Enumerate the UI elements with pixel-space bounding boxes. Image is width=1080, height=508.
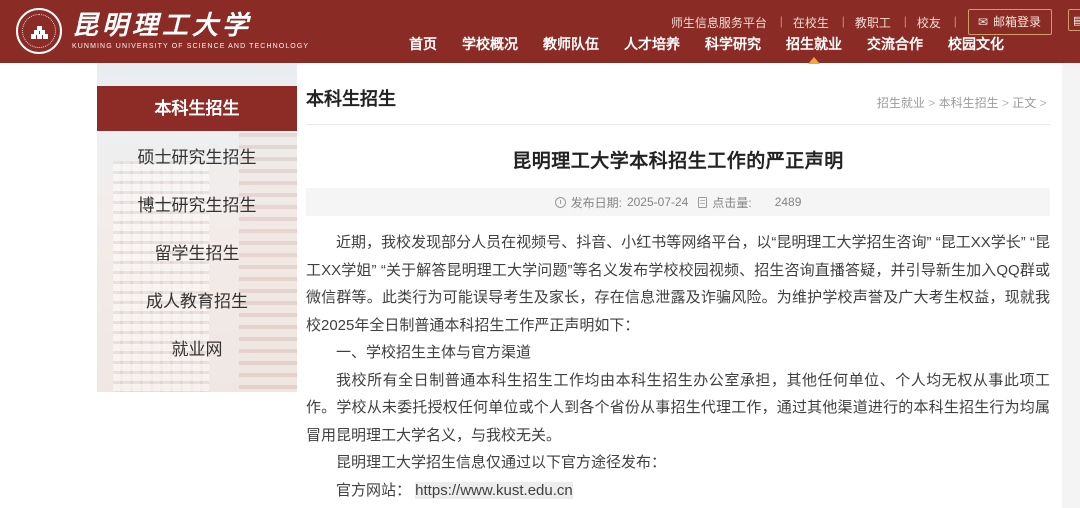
document-icon bbox=[698, 197, 707, 208]
hits-value: 2489 bbox=[775, 195, 802, 209]
university-name-en: KUNMING UNIVERSITY OF SCIENCE AND TECHNO… bbox=[72, 43, 309, 50]
article-meta-bar: 发布日期: 2025-07-24 点击量: 2489 bbox=[306, 188, 1050, 216]
article-paragraph: 昆明理工大学招生信息仅通过以下官方途径发布： bbox=[306, 449, 1050, 477]
sidebar-item[interactable]: 成人教育招生 bbox=[97, 278, 297, 326]
publish-date-value: 2025-07-24 bbox=[627, 195, 688, 209]
article-paragraph: 官方网站： https://www.kust.edu.cn bbox=[306, 477, 1050, 505]
main-content: 本科生招生 招生就业 本科生招生 正文 昆明理工大学本科招生工作的严正声明 发布… bbox=[306, 63, 1050, 508]
main-nav: 首页 学校概况 教师队伍 人才培养 科学研究 招生就业 交流合作 校园文化 bbox=[409, 34, 1004, 54]
topbar: 昆明理工大学 KUNMING UNIVERSITY OF SCIENCE AND… bbox=[0, 0, 1080, 63]
nav-item[interactable]: 教师队伍 bbox=[543, 34, 599, 54]
seal-emblem-icon bbox=[37, 26, 42, 31]
sidebar-item[interactable]: 硕士研究生招生 bbox=[97, 134, 297, 182]
publish-date-group: 发布日期: 2025-07-24 bbox=[555, 194, 689, 211]
hits-label: 点击量: bbox=[712, 194, 751, 211]
inline-url[interactable]: https://www.kust.edu.cn bbox=[415, 482, 573, 499]
clipped-topbar-button[interactable]: ▤ bbox=[1068, 9, 1080, 31]
sidebar: 本科生招生 硕士研究生招生 博士研究生招生 留学生招生 成人教育招生 就业网 bbox=[97, 63, 297, 392]
paragraph-text: 官方网站： bbox=[336, 482, 415, 499]
nav-item[interactable]: 人才培养 bbox=[624, 34, 680, 54]
utility-link[interactable]: 在校生 bbox=[780, 14, 842, 31]
envelope-icon: ✉ bbox=[978, 16, 988, 28]
article-paragraph: 一、学校招生主体与官方渠道 bbox=[306, 339, 1050, 367]
nav-item[interactable]: 交流合作 bbox=[867, 34, 923, 54]
sidebar-item[interactable]: 留学生招生 bbox=[97, 230, 297, 278]
university-name-cn: 昆明理工大学 bbox=[72, 12, 309, 40]
publish-date-label: 发布日期: bbox=[571, 194, 622, 211]
nav-item[interactable]: 学校概况 bbox=[462, 34, 518, 54]
nav-item[interactable]: 校园文化 bbox=[948, 34, 1004, 54]
utility-links-row: 师生信息服务平台 在校生 教职工 校友 ✉ 邮箱登录 bbox=[658, 9, 1052, 35]
page-right-gutter bbox=[1062, 63, 1080, 508]
sidebar-item[interactable]: 博士研究生招生 bbox=[97, 182, 297, 230]
article-body: 近期，我校发现部分人员在视频号、抖音、小红书等网络平台，以“昆明理工大学招生咨询… bbox=[306, 229, 1050, 508]
university-seal-icon bbox=[16, 8, 62, 54]
hits-group: 点击量: 2489 bbox=[698, 194, 801, 211]
mail-login-button[interactable]: ✉ 邮箱登录 bbox=[968, 9, 1052, 35]
nav-item[interactable]: 招生就业 bbox=[786, 34, 842, 54]
page-header: 本科生招生 招生就业 本科生招生 正文 bbox=[306, 63, 1050, 111]
clock-icon bbox=[555, 197, 566, 208]
paragraph-text: 近期，我校发现部分人员在视频号、抖音、小红书等网络平台，以“昆明理工大学招生咨询… bbox=[306, 234, 1050, 334]
article-title: 昆明理工大学本科招生工作的严正声明 bbox=[306, 146, 1050, 173]
sidebar-item[interactable]: 就业网 bbox=[97, 326, 297, 374]
page-title: 本科生招生 bbox=[306, 85, 396, 111]
header-divider bbox=[306, 124, 1050, 125]
breadcrumb-item[interactable]: 正文 bbox=[1012, 94, 1050, 111]
breadcrumb: 招生就业 本科生招生 正文 bbox=[877, 94, 1050, 111]
nav-item[interactable]: 科学研究 bbox=[705, 34, 761, 54]
breadcrumb-item[interactable]: 本科生招生 bbox=[939, 94, 1013, 111]
article-paragraph: 官方微信公众号：昆明理工大学、昆明理工大学本科招生 bbox=[306, 504, 1050, 508]
paragraph-text: 一、学校招生主体与官方渠道 bbox=[336, 344, 531, 361]
utility-link[interactable]: 校友 bbox=[904, 14, 954, 31]
logo-names: 昆明理工大学 KUNMING UNIVERSITY OF SCIENCE AND… bbox=[72, 12, 309, 50]
university-logo[interactable]: 昆明理工大学 KUNMING UNIVERSITY OF SCIENCE AND… bbox=[16, 8, 309, 54]
paragraph-text: 昆明理工大学招生信息仅通过以下官方途径发布： bbox=[336, 454, 666, 471]
utility-link[interactable]: 师生信息服务平台 bbox=[658, 14, 780, 31]
article-paragraph: 我校所有全日制普通本科生招生工作均由本科生招生办公室承担，其他任何单位、个人均无… bbox=[306, 367, 1050, 450]
nav-item[interactable]: 首页 bbox=[409, 34, 437, 54]
sidebar-menu: 本科生招生 硕士研究生招生 博士研究生招生 留学生招生 成人教育招生 就业网 bbox=[97, 63, 297, 374]
utility-link[interactable]: 教职工 bbox=[842, 14, 904, 31]
breadcrumb-item[interactable]: 招生就业 bbox=[877, 94, 939, 111]
article-paragraph: 近期，我校发现部分人员在视频号、抖音、小红书等网络平台，以“昆明理工大学招生咨询… bbox=[306, 229, 1050, 339]
sidebar-item[interactable]: 本科生招生 bbox=[97, 86, 297, 131]
mail-login-label: 邮箱登录 bbox=[993, 13, 1041, 30]
paragraph-text: 我校所有全日制普通本科生招生工作均由本科生招生办公室承担，其他任何单位、个人均无… bbox=[306, 372, 1050, 444]
